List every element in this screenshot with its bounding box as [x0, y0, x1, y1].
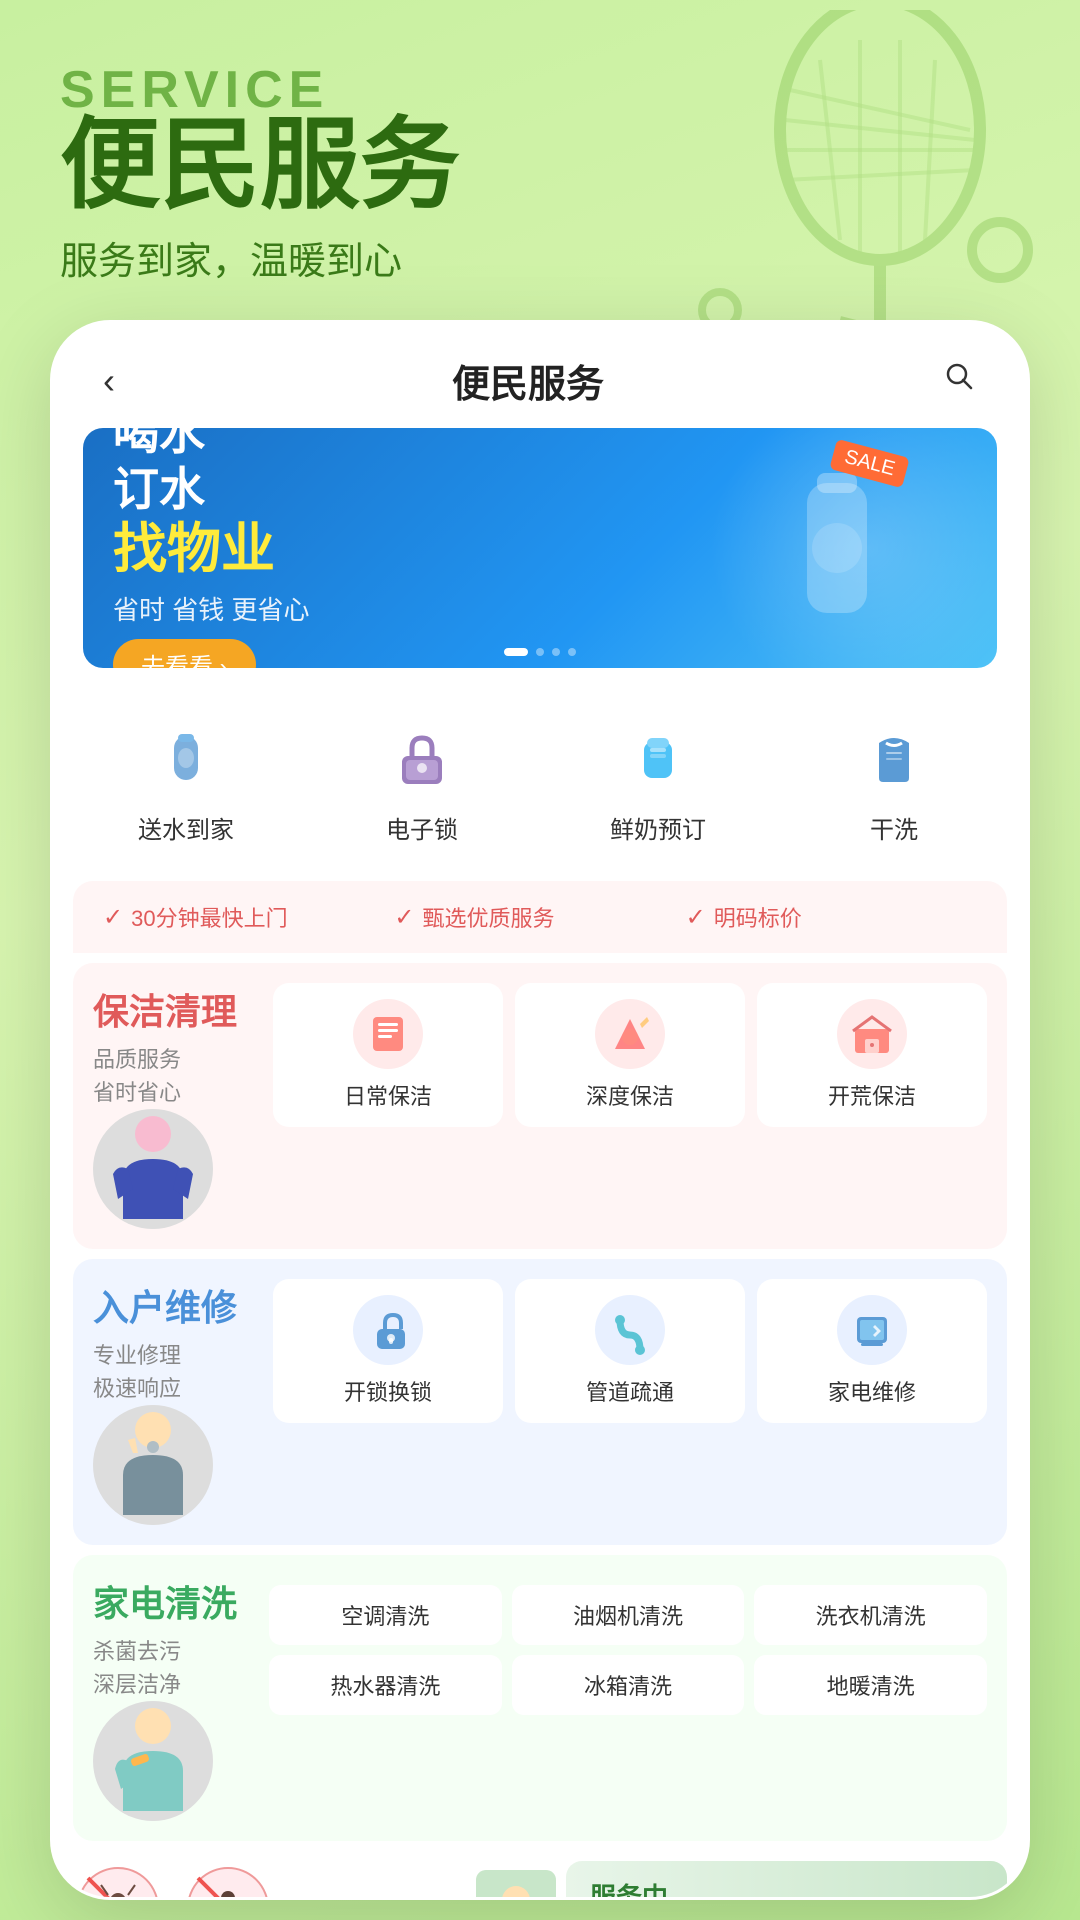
service-active-text: 服务中	[590, 1877, 690, 1900]
cleaning-info: 保洁清理 品质服务 省时省心	[93, 983, 253, 1229]
move-in-clean-label: 开荒保洁	[828, 1079, 916, 1111]
bottom-section: 服务中 为你服务中 ›	[53, 1851, 1027, 1900]
badge-3: ✓ 明码标价	[686, 901, 977, 933]
repair-title: 入户维修	[93, 1279, 253, 1331]
search-button[interactable]	[941, 358, 977, 403]
badge-1: ✓ 30分钟最快上门	[103, 901, 394, 933]
pest-icon-2	[183, 1863, 273, 1901]
badge-check-2: ✓	[394, 903, 414, 932]
dot-2	[536, 648, 544, 656]
service-en-title: SERVICE	[60, 60, 1020, 120]
appliance-desc: 杀菌去污 深层洁净	[93, 1635, 253, 1701]
appliance-floor-heat[interactable]: 地暖清洗	[754, 1655, 987, 1715]
quick-label-lock: 电子锁	[386, 810, 458, 845]
category-appliance: 家电清洗 杀菌去污 深层洁净 空调清	[73, 1555, 1007, 1841]
quick-item-lock[interactable]: 电子锁	[309, 698, 535, 865]
quick-icon-dryclean	[854, 718, 934, 798]
dot-3	[552, 648, 560, 656]
topbar-title: 便民服务	[452, 353, 604, 408]
quick-services: 送水到家 电子锁 鲜奶预订	[53, 688, 1027, 875]
banner-cta-button[interactable]: 去看看 ›	[113, 639, 256, 668]
move-in-clean-icon	[837, 999, 907, 1069]
appliance-hood[interactable]: 油烟机清洗	[512, 1585, 745, 1645]
services-section: ✓ 30分钟最快上门 ✓ 甄选优质服务 ✓ 明码标价 保洁清理 品质服务 省时省…	[53, 881, 1027, 1900]
appliance-ac[interactable]: 空调清洗	[269, 1585, 502, 1645]
service-active-arrow: ›	[706, 1894, 715, 1900]
back-button[interactable]: ‹	[103, 360, 115, 402]
appliance-heater[interactable]: 热水器清洗	[269, 1655, 502, 1715]
cleaning-services: 日常保洁 深度保洁	[273, 983, 987, 1127]
pipe-icon	[595, 1295, 665, 1365]
service-appliance-repair[interactable]: 家电维修	[757, 1279, 987, 1423]
service-deep-clean[interactable]: 深度保洁	[515, 983, 745, 1127]
quick-icon-milk	[618, 718, 698, 798]
badge-check-3: ✓	[686, 903, 706, 932]
banner-sub: 省时 省钱 更省心	[113, 590, 309, 627]
quick-label-milk: 鲜奶预订	[610, 810, 706, 845]
banner-main-text: 喝水 订水 找物业	[113, 428, 309, 582]
quick-icon-lock	[382, 718, 462, 798]
banner-dots	[504, 648, 576, 656]
badge-2: ✓ 甄选优质服务	[394, 901, 685, 933]
cleaning-person	[93, 1109, 213, 1229]
repair-desc: 专业修理 极速响应	[93, 1339, 253, 1405]
service-move-in-clean[interactable]: 开荒保洁	[757, 983, 987, 1127]
appliance-person	[93, 1701, 213, 1821]
repair-header: 入户维修 专业修理 极速响应	[93, 1279, 987, 1525]
daily-clean-icon	[353, 999, 423, 1069]
dot-1	[504, 648, 528, 656]
repair-person	[93, 1405, 213, 1525]
quick-label-water: 送水到家	[138, 810, 234, 845]
quick-item-dryclean[interactable]: 干洗	[781, 698, 1007, 865]
service-thumbnail	[476, 1870, 556, 1900]
appliance-washer[interactable]: 洗衣机清洗	[754, 1585, 987, 1645]
service-pipe[interactable]: 管道疏通	[515, 1279, 745, 1423]
service-locksmith[interactable]: 开锁换锁	[273, 1279, 503, 1423]
appliance-title: 家电清洗	[93, 1575, 253, 1627]
appliance-fridge[interactable]: 冰箱清洗	[512, 1655, 745, 1715]
appliance-repair-icon	[837, 1295, 907, 1365]
locksmith-label: 开锁换锁	[344, 1375, 432, 1407]
quick-icon-water	[146, 718, 226, 798]
banner[interactable]: 喝水 订水 找物业 省时 省钱 更省心 去看看 › SALE	[83, 428, 997, 668]
phone-mockup: ‹ 便民服务 喝水 订水 找物业 省时 省钱 更省心 去看看 ›	[50, 320, 1030, 1900]
pipe-label: 管道疏通	[586, 1375, 674, 1407]
banner-person	[697, 438, 977, 668]
cleaning-title: 保洁清理	[93, 983, 253, 1035]
badge-check-1: ✓	[103, 903, 123, 932]
deep-clean-label: 深度保洁	[586, 1079, 674, 1111]
quick-item-milk[interactable]: 鲜奶预订	[545, 698, 771, 865]
cleaning-desc: 品质服务 省时省心	[93, 1043, 253, 1109]
appliance-info: 家电清洗 杀菌去污 深层洁净	[93, 1575, 253, 1821]
repair-info: 入户维修 专业修理 极速响应	[93, 1279, 253, 1525]
deep-clean-icon	[595, 999, 665, 1069]
quick-item-water[interactable]: 送水到家	[73, 698, 299, 865]
category-cleaning: 保洁清理 品质服务 省时省心	[73, 963, 1007, 1249]
quick-label-dryclean: 干洗	[870, 810, 918, 845]
service-active-banner[interactable]: 服务中 为你服务中 ›	[566, 1861, 1007, 1900]
pest-icon-1	[73, 1863, 163, 1901]
banner-text: 喝水 订水 找物业 省时 省钱 更省心 去看看 ›	[83, 428, 339, 668]
service-daily-clean[interactable]: 日常保洁	[273, 983, 503, 1127]
service-subtitle: 服务到家，温暖到心	[60, 230, 1020, 285]
appliance-services: 空调清洗 油烟机清洗 洗衣机清洗 热水器清洗 冰箱清洗 地暖清洗	[269, 1585, 987, 1715]
dot-4	[568, 648, 576, 656]
cleaning-header: 保洁清理 品质服务 省时省心	[93, 983, 987, 1229]
page-header: SERVICE 便民服务 服务到家，温暖到心	[0, 0, 1080, 315]
topbar: ‹ 便民服务	[53, 323, 1027, 428]
repair-services: 开锁换锁 管道疏通	[273, 1279, 987, 1423]
service-badges: ✓ 30分钟最快上门 ✓ 甄选优质服务 ✓ 明码标价	[73, 881, 1007, 953]
appliance-repair-label: 家电维修	[828, 1375, 916, 1407]
category-repair: 入户维修 专业修理 极速响应	[73, 1259, 1007, 1545]
service-cn-title: 便民服务	[60, 110, 1020, 220]
pest-control	[73, 1863, 466, 1901]
daily-clean-label: 日常保洁	[344, 1079, 432, 1111]
locksmith-icon	[353, 1295, 423, 1365]
